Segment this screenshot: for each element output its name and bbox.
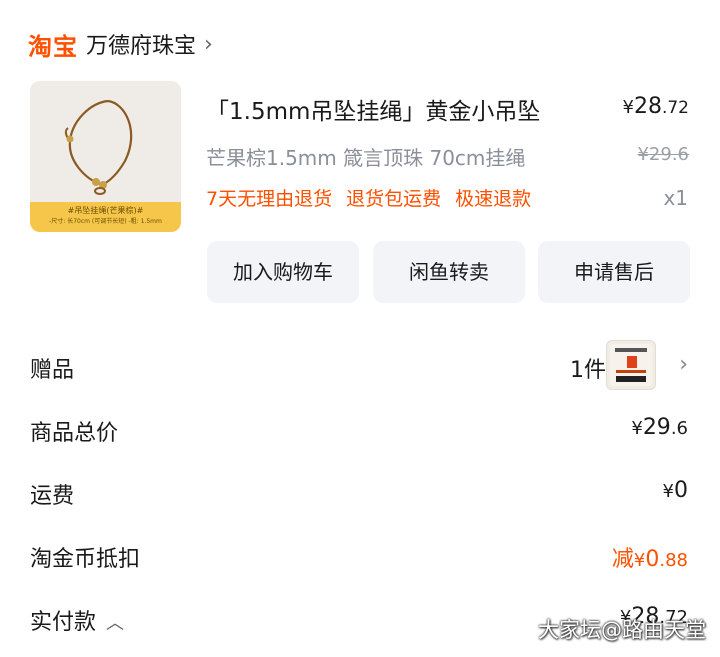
resell-button[interactable]: 闲鱼转卖: [373, 241, 525, 303]
coin-deduction-label: 淘金币抵扣: [30, 547, 141, 572]
discount-decimal: .88: [659, 550, 688, 571]
shop-name[interactable]: 万德府珠宝: [86, 28, 196, 60]
original-price: ¥29.6: [637, 144, 689, 165]
shipping-row: 运费 ¥0: [30, 472, 688, 512]
total-decimal: .6: [670, 418, 688, 439]
add-to-cart-button[interactable]: 加入购物车: [207, 241, 359, 303]
chevron-up-icon[interactable]: ︿: [106, 613, 124, 634]
thumbnail-subcaption: -尺寸: 长70cm (可调节长短) -粗: 1.5mm: [49, 218, 162, 225]
product-quantity: x1: [663, 186, 688, 210]
price-integer: 28: [633, 94, 662, 119]
total-integer: 29: [642, 415, 671, 440]
total-price-label: 商品总价: [30, 421, 119, 446]
tag-fast-refund: 极速退款: [455, 188, 532, 210]
coin-deduction-row: 淘金币抵扣 减¥0.88: [30, 535, 688, 575]
shipping-integer: 0: [674, 478, 688, 503]
paid-label-text: 实付款: [30, 610, 97, 635]
tag-free-return-shipping: 退货包运费: [346, 188, 442, 210]
total-price-row: 商品总价 ¥29.6: [30, 409, 688, 449]
service-tags: 7天无理由退货 退货包运费 极速退款: [206, 184, 531, 211]
gift-card-image: [610, 344, 652, 386]
product-thumbnail[interactable]: #吊坠挂绳(芒果棕)# -尺寸: 长70cm (可调节长短) -粗: 1.5mm: [30, 81, 181, 232]
chevron-right-icon[interactable]: ›: [204, 32, 213, 57]
gift-thumbnail[interactable]: [606, 340, 656, 390]
shipping-value: ¥0: [663, 478, 688, 503]
watermark: 大家坛@路由天堂: [538, 618, 706, 642]
gift-row[interactable]: 赠品 1件 ›: [30, 340, 688, 390]
total-currency: ¥: [631, 418, 643, 439]
product-title[interactable]: 「1.5mm吊坠挂绳」黄金小吊坠: [206, 92, 540, 126]
taobao-logo: 淘宝: [28, 32, 78, 61]
discount-currency: ¥: [633, 550, 646, 571]
total-price-value: ¥29.6: [631, 415, 688, 440]
shop-header[interactable]: 淘宝 万德府珠宝 ›: [28, 24, 213, 64]
thumbnail-caption-band: #吊坠挂绳(芒果棕)# -尺寸: 长70cm (可调节长短) -粗: 1.5mm: [30, 202, 181, 232]
price-currency: ¥: [622, 97, 634, 118]
gift-count: 1件: [570, 358, 606, 383]
product-spec: 芒果棕1.5mm 箴言顶珠 70cm挂绳: [206, 146, 526, 170]
tag-7day-return: 7天无理由退货: [206, 188, 333, 210]
after-sale-button[interactable]: 申请售后: [538, 241, 690, 303]
paid-amount-label[interactable]: 实付款 ︿: [30, 604, 124, 636]
shipping-label: 运费: [30, 484, 75, 509]
discount-integer: 0: [645, 547, 660, 572]
thumbnail-caption: #吊坠挂绳(芒果棕)#: [67, 206, 144, 215]
chevron-right-icon[interactable]: ›: [679, 352, 688, 377]
price-decimal: .72: [661, 98, 689, 118]
shipping-currency: ¥: [662, 481, 674, 502]
discount-prefix: 减: [611, 547, 634, 572]
product-price: ¥28.72: [623, 94, 690, 119]
gift-label: 赠品: [30, 358, 75, 383]
coin-deduction-value: 减¥0.88: [612, 541, 688, 573]
